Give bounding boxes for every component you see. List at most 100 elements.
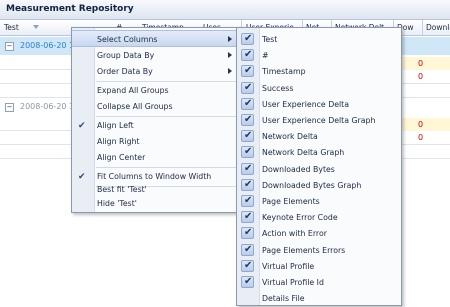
column-toggle-item[interactable]: ✔ Virtual Profile (237, 258, 401, 275)
column-toggle-label: Page Elements Errors (262, 245, 346, 255)
column-toggle-item[interactable]: ✔ User Experience Delta (237, 96, 401, 113)
checkmark-icon: ✔ (244, 243, 253, 255)
column-toggle-label: Timestamp (262, 67, 306, 77)
column-toggle-item[interactable]: ✔ Downloaded Bytes Graph (237, 177, 401, 194)
checkmark-icon: ✔ (244, 97, 253, 109)
checkbox-checked-icon[interactable]: ✔ (241, 114, 254, 126)
checkmark-icon: ✔ (78, 121, 86, 131)
column-toggle-item[interactable]: ✔ Keynote Error Code (237, 209, 401, 226)
column-toggle-item[interactable]: ✔ Action with Error (237, 225, 401, 242)
checkbox-checked-icon[interactable]: ✔ (241, 276, 254, 288)
column-toggle-label: Virtual Profile Id (262, 278, 324, 287)
checkbox-checked-icon[interactable]: ✔ (241, 259, 254, 272)
column-header-test[interactable]: Test (4, 23, 19, 32)
checkbox-checked-icon[interactable]: ✔ (241, 211, 254, 224)
checkbox-checked-icon[interactable]: ✔ (241, 33, 254, 45)
column-toggle-label: Success (262, 83, 294, 93)
menu-item-group-data-by[interactable]: Group Data By (72, 47, 238, 64)
menu-item-hide-column[interactable]: Hide 'Test' (72, 195, 238, 212)
checkmark-icon: ✔ (244, 114, 253, 125)
cell-value: 0 (418, 133, 424, 142)
column-toggle-item[interactable]: ✔ Page Elements Errors (237, 242, 401, 259)
column-toggle-label: Test (262, 35, 278, 44)
checkbox-checked-icon[interactable]: ✔ (241, 146, 254, 159)
column-toggle-label: User Experience Delta (262, 99, 350, 109)
menu-item-label: Hide 'Test' (97, 199, 137, 208)
checkmark-icon: ✔ (244, 227, 253, 239)
menu-item-label: Select Columns (97, 35, 158, 44)
context-menu: Select Columns Group Data By Order Data … (71, 27, 239, 213)
column-toggle-item[interactable]: ✔ Success (237, 80, 401, 97)
column-toggle-item[interactable]: ✔ Network Delta Graph (237, 144, 401, 161)
checkmark-icon: ✔ (244, 146, 253, 158)
column-toggle-item[interactable]: ✔ Page Elements (237, 193, 401, 210)
menu-item-label: Best fit 'Test' (97, 185, 147, 194)
column-toggle-label: Downloaded Bytes (262, 164, 335, 174)
submenu-arrow-icon (228, 36, 232, 42)
menu-item-select-columns[interactable]: Select Columns (72, 30, 238, 47)
column-toggle-label: Action with Error (262, 229, 327, 239)
checkbox-checked-icon[interactable]: ✔ (241, 227, 254, 240)
column-toggle-item[interactable]: ✔ Network Delta (237, 128, 401, 145)
column-toggle-label: Network Delta Graph (262, 148, 345, 158)
column-toggle-label: Virtual Profile (262, 261, 315, 271)
column-toggle-item[interactable]: ✔ # (237, 47, 401, 64)
collapse-icon[interactable]: − (5, 42, 14, 51)
collapse-icon[interactable]: − (5, 103, 14, 112)
checkmark-icon: ✔ (244, 81, 253, 93)
checkbox-checked-icon[interactable]: ✔ (241, 162, 254, 175)
column-header-downl[interactable]: Downlo (426, 23, 450, 32)
cell-value: 0 (418, 59, 424, 68)
column-toggle-label: # (262, 51, 269, 61)
menu-item-align-center[interactable]: Align Center (72, 149, 238, 166)
menu-item-label: Collapse All Groups (97, 102, 173, 111)
column-toggle-item[interactable]: ✔ User Experience Delta Graph (237, 112, 401, 129)
checkbox-checked-icon[interactable]: ✔ (241, 81, 254, 94)
menu-item-label: Group Data By (97, 51, 155, 60)
checkbox-checked-icon[interactable]: ✔ (241, 243, 254, 256)
menu-item-order-data-by[interactable]: Order Data By (72, 63, 238, 80)
column-toggle-item[interactable]: ✔ Test (237, 31, 401, 48)
checkbox-checked-icon[interactable]: ✔ (241, 195, 254, 207)
column-divider[interactable] (422, 20, 423, 35)
menu-item-align-left[interactable]: ✔ Align Left (72, 117, 238, 134)
cell-value: 0 (418, 72, 424, 81)
checkmark-icon: ✔ (244, 162, 253, 174)
menu-item-label: Align Right (97, 137, 140, 146)
checkbox-checked-icon[interactable]: ✔ (241, 130, 254, 143)
menu-item-align-right[interactable]: Align Right (72, 133, 238, 150)
cell-value: 0 (418, 120, 424, 129)
column-toggle-item[interactable]: ✔ Timestamp (237, 63, 401, 80)
checkbox-checked-icon[interactable]: ✔ (241, 65, 254, 78)
menu-item-expand-all-groups[interactable]: Expand All Groups (72, 82, 238, 99)
checkmark-icon: ✔ (244, 33, 253, 44)
menu-item-label: Expand All Groups (97, 86, 169, 95)
window-title: Measurement Repository (6, 4, 134, 14)
column-toggle-item[interactable]: ✔ Virtual Profile Id (237, 274, 401, 291)
menu-item-collapse-all-groups[interactable]: Collapse All Groups (72, 98, 238, 115)
submenu-arrow-icon (228, 68, 232, 74)
column-toggle-item[interactable]: ✔ Downloaded Bytes (237, 161, 401, 178)
checkmark-icon: ✔ (244, 211, 253, 223)
window-titlebar: Measurement Repository (0, 0, 450, 20)
checkmark-icon: ✔ (244, 195, 253, 206)
columns-submenu: ✔ Test ✔ # ✔ Timestamp ✔ Success ✔ User Experienc… (236, 27, 402, 306)
checkbox-checked-icon[interactable]: ✔ (241, 178, 254, 191)
menu-item-label: Align Center (97, 153, 146, 162)
checkmark-icon: ✔ (244, 276, 253, 287)
menu-item-best-fit[interactable]: Best fit 'Test' (72, 179, 238, 196)
checkmark-icon: ✔ (244, 130, 253, 142)
menu-item-label: Order Data By (97, 67, 153, 76)
column-toggle-item[interactable]: Details File (237, 290, 401, 307)
checkbox-checked-icon[interactable]: ✔ (241, 49, 254, 62)
checkmark-icon: ✔ (244, 65, 253, 77)
column-toggle-label: Page Elements (262, 197, 320, 206)
column-toggle-label: Details File (262, 294, 305, 304)
sort-indicator-icon (33, 25, 39, 29)
checkbox-checked-icon[interactable]: ✔ (241, 97, 254, 110)
checkmark-icon: ✔ (244, 259, 253, 271)
checkmark-icon: ✔ (244, 178, 253, 190)
column-toggle-label: Downloaded Bytes Graph (262, 180, 362, 190)
column-toggle-label: User Experience Delta Graph (262, 116, 376, 125)
checkmark-icon: ✔ (244, 49, 253, 61)
